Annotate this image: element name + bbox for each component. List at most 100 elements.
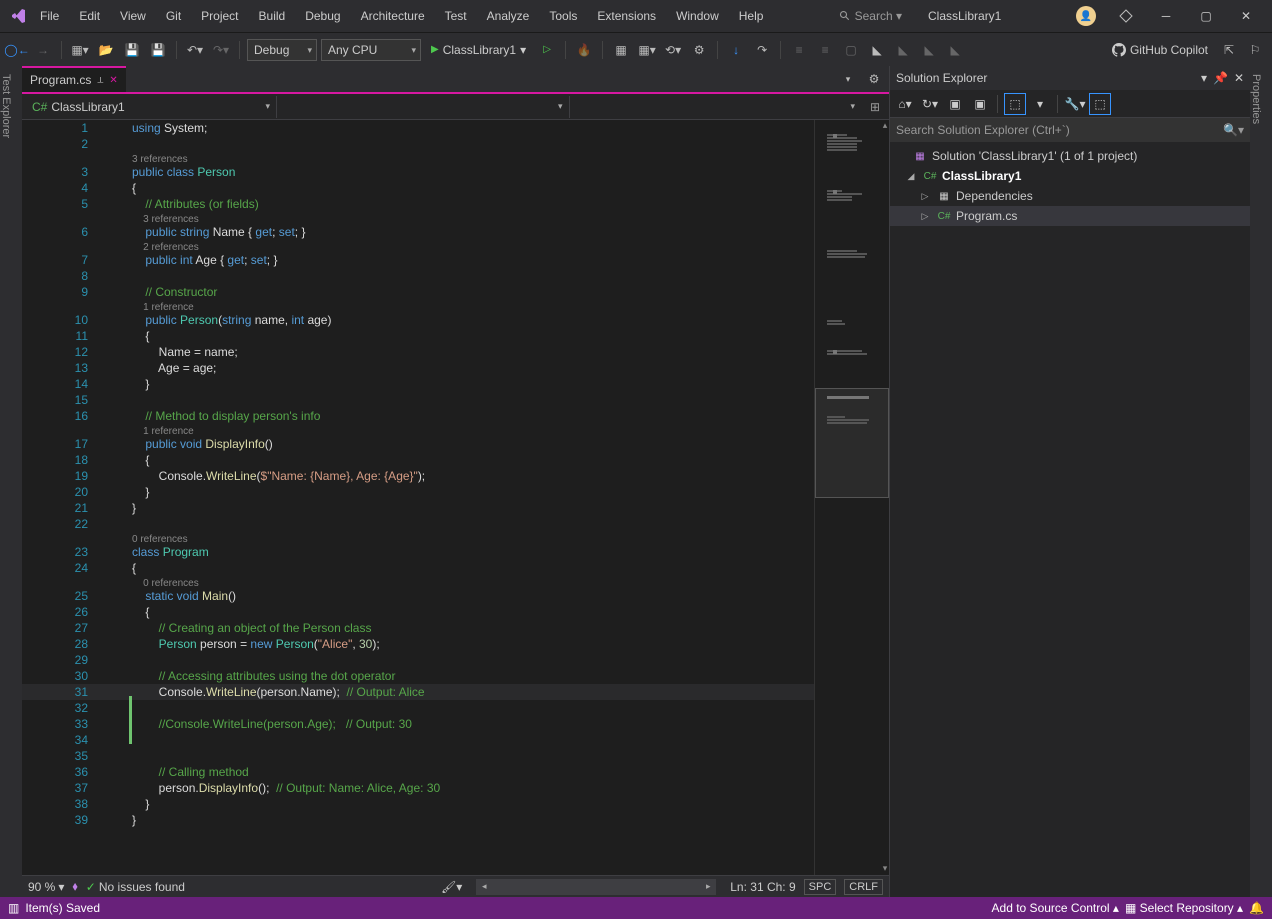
tb-icon-2[interactable]: ▦▾ xyxy=(636,39,658,61)
add-source-control[interactable]: Add to Source Control ▴ xyxy=(992,901,1119,915)
codelens[interactable]: 3 references xyxy=(22,152,814,164)
code-line[interactable]: 27 // Creating an object of the Person c… xyxy=(22,620,814,636)
tree-dependencies[interactable]: ▷ ▦ Dependencies xyxy=(890,186,1250,206)
minimize-button[interactable]: ─ xyxy=(1148,4,1184,28)
solution-search-box[interactable]: Search Solution Explorer (Ctrl+`) 🔍▾ xyxy=(890,118,1250,142)
issues-status[interactable]: ✓ No issues found xyxy=(86,880,185,894)
line-number[interactable]: 24 xyxy=(22,560,118,576)
bell-icon[interactable]: 🔔 xyxy=(1249,901,1264,915)
insert-mode[interactable]: SPC xyxy=(804,879,837,895)
menu-build[interactable]: Build xyxy=(249,3,296,29)
select-repository[interactable]: ▦ Select Repository ▴ xyxy=(1125,901,1243,915)
redo-icon[interactable]: ↷▾ xyxy=(210,39,232,61)
new-project-icon[interactable]: ▦▾ xyxy=(69,39,91,61)
brush-icon[interactable]: 🖌▾ xyxy=(441,880,462,894)
code-line[interactable]: 19 Console.WriteLine($"Name: {Name}, Age… xyxy=(22,468,814,484)
line-number[interactable]: 34 xyxy=(22,732,118,748)
class-view-icon[interactable]: ⬚ xyxy=(1004,93,1026,115)
collapse-all-icon[interactable]: ▣ xyxy=(944,93,966,115)
pin-panel-icon[interactable]: 📌 xyxy=(1213,71,1228,85)
left-tool-strip[interactable]: Test Explorer xyxy=(0,66,22,897)
scroll-up-icon[interactable]: ▴ xyxy=(881,120,889,132)
code-line[interactable]: 14 } xyxy=(22,376,814,392)
split-editor-icon[interactable]: ⊞ xyxy=(865,97,885,117)
home-icon[interactable]: ⌂▾ xyxy=(894,93,916,115)
line-number[interactable]: 23 xyxy=(22,544,118,560)
code-line[interactable]: 20 } xyxy=(22,484,814,500)
codelens[interactable]: 0 references xyxy=(22,532,814,544)
line-number[interactable]: 17 xyxy=(22,436,118,452)
code-line[interactable]: 1using System; xyxy=(22,120,814,136)
close-panel-icon[interactable]: ✕ xyxy=(1234,71,1244,85)
line-number[interactable]: 28 xyxy=(22,636,118,652)
menu-edit[interactable]: Edit xyxy=(69,3,110,29)
close-button[interactable]: ✕ xyxy=(1228,4,1264,28)
github-copilot-button[interactable]: GitHub Copilot xyxy=(1106,41,1214,59)
line-ending[interactable]: CRLF xyxy=(844,879,883,895)
horizontal-scrollbar[interactable]: ◂ ▸ xyxy=(476,879,716,895)
line-number[interactable]: 20 xyxy=(22,484,118,500)
solution-name[interactable]: ClassLibrary1 xyxy=(928,9,1068,23)
line-number[interactable]: 6 xyxy=(22,224,118,240)
tab-program-cs[interactable]: Program.cs ⟂ ✕ xyxy=(22,66,126,92)
save-all-icon[interactable]: 💾 xyxy=(147,39,169,61)
step-into-icon[interactable]: ↓ xyxy=(725,39,747,61)
line-number[interactable]: 18 xyxy=(22,452,118,468)
menu-tools[interactable]: Tools xyxy=(539,3,587,29)
line-number[interactable]: 2 xyxy=(22,136,118,152)
platform-selector[interactable]: Any CPU xyxy=(321,39,421,61)
filter-icon[interactable]: ⬚ xyxy=(1089,93,1111,115)
line-number[interactable]: 12 xyxy=(22,344,118,360)
code-line[interactable]: 11 { xyxy=(22,328,814,344)
code-line[interactable]: 38 } xyxy=(22,796,814,812)
hot-reload-icon[interactable]: 🔥 xyxy=(573,39,595,61)
share-icon[interactable]: ⇱ xyxy=(1218,39,1240,61)
feedback-icon[interactable]: ⚐ xyxy=(1244,39,1266,61)
code-line[interactable]: 8 xyxy=(22,268,814,284)
line-number[interactable]: 27 xyxy=(22,620,118,636)
menu-help[interactable]: Help xyxy=(729,3,774,29)
code-line[interactable]: 30 // Accessing attributes using the dot… xyxy=(22,668,814,684)
line-number[interactable]: 39 xyxy=(22,812,118,828)
tree-solution-root[interactable]: ▦ Solution 'ClassLibrary1' (1 of 1 proje… xyxy=(890,146,1250,166)
code-line[interactable]: 39} xyxy=(22,812,814,828)
line-number[interactable]: 38 xyxy=(22,796,118,812)
code-view[interactable]: 1using System;23 references3public class… xyxy=(22,120,814,875)
code-line[interactable]: 29 xyxy=(22,652,814,668)
codelens[interactable]: 3 references xyxy=(22,212,814,224)
line-number[interactable]: 33 xyxy=(22,716,118,732)
diamond-icon[interactable] xyxy=(1108,4,1144,28)
search-box[interactable]: Search ▾ xyxy=(833,6,908,26)
tb-icon-4[interactable]: ⚙ xyxy=(688,39,710,61)
bookmark-next-icon[interactable]: ◣ xyxy=(918,39,940,61)
close-tab-icon[interactable]: ✕ xyxy=(109,75,117,86)
menu-file[interactable]: File xyxy=(30,3,69,29)
nav-back-icon[interactable]: ◯← xyxy=(6,39,28,61)
code-line[interactable]: 31 Console.WriteLine(person.Name); // Ou… xyxy=(22,684,814,700)
menu-extensions[interactable]: Extensions xyxy=(587,3,666,29)
user-avatar-icon[interactable]: 👤 xyxy=(1076,6,1096,26)
menu-architecture[interactable]: Architecture xyxy=(351,3,435,29)
code-line[interactable]: 12 Name = name; xyxy=(22,344,814,360)
line-number[interactable]: 8 xyxy=(22,268,118,284)
line-number[interactable]: 36 xyxy=(22,764,118,780)
window-position-icon[interactable]: ▾ xyxy=(1201,71,1207,85)
line-number[interactable]: 31 xyxy=(22,684,118,700)
open-icon[interactable]: 📂 xyxy=(95,39,117,61)
nav-project-selector[interactable]: C# ClassLibrary1 xyxy=(26,96,276,118)
line-number[interactable]: 9 xyxy=(22,284,118,300)
error-indicator-icon[interactable]: ⬧ xyxy=(72,879,77,894)
code-line[interactable]: 35 xyxy=(22,748,814,764)
line-number[interactable]: 16 xyxy=(22,408,118,424)
code-line[interactable]: 16 // Method to display person's info xyxy=(22,408,814,424)
code-line[interactable]: 23class Program xyxy=(22,544,814,560)
save-icon[interactable]: 💾 xyxy=(121,39,143,61)
bookmark-icon[interactable]: ◣ xyxy=(866,39,888,61)
line-number[interactable]: 14 xyxy=(22,376,118,392)
line-number[interactable]: 5 xyxy=(22,196,118,212)
menu-analyze[interactable]: Analyze xyxy=(477,3,540,29)
nav-type-selector[interactable] xyxy=(276,96,569,118)
code-line[interactable]: 37 person.DisplayInfo(); // Output: Name… xyxy=(22,780,814,796)
step-over-icon[interactable]: ↷ xyxy=(751,39,773,61)
zoom-level[interactable]: 90 % ▾ xyxy=(28,880,64,894)
